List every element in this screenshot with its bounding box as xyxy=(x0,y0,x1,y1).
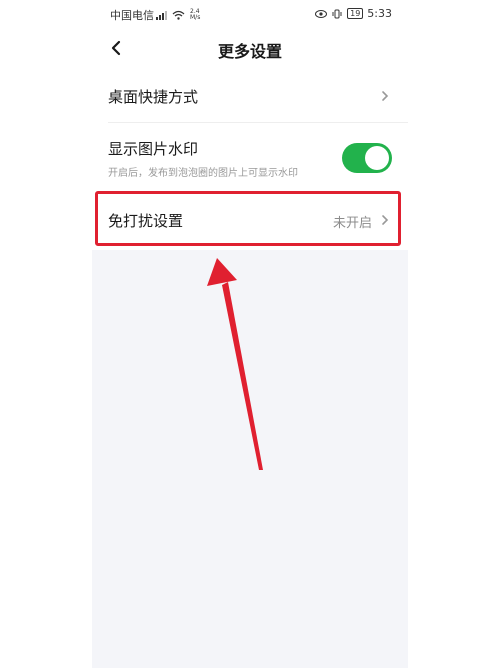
status-bar: 中国电信 2.4 M/s 19 5:33 xyxy=(92,0,408,28)
status-right: 19 5:33 xyxy=(315,7,392,20)
eye-icon xyxy=(315,9,328,18)
phone-screen: 中国电信 2.4 M/s 19 5:33 更多设置 桌面快捷方式 显示图片水印 … xyxy=(92,0,408,668)
watermark-subtitle: 开启后，发布到泡泡圈的图片上可显示水印 xyxy=(108,168,298,179)
clock: 5:33 xyxy=(367,7,392,20)
wifi-icon xyxy=(172,10,185,20)
signal-icon xyxy=(156,11,167,20)
status-left: 中国电信 2.4 M/s xyxy=(110,7,200,23)
net-speed-unit: M/s xyxy=(190,14,201,21)
settings-row-shortcut[interactable]: 桌面快捷方式 xyxy=(92,70,408,122)
nav-bar: 更多设置 xyxy=(92,28,408,68)
settings-row-watermark: 显示图片水印 开启后，发布到泡泡圈的图片上可显示水印 xyxy=(92,123,408,191)
battery-indicator: 19 xyxy=(347,8,364,19)
watermark-title: 显示图片水印 xyxy=(108,140,199,158)
annotation-highlight-box xyxy=(95,191,401,246)
carrier-label: 中国电信 xyxy=(110,9,154,22)
shortcut-title: 桌面快捷方式 xyxy=(108,88,199,106)
toggle-knob xyxy=(365,146,389,170)
vibrate-icon xyxy=(332,9,342,18)
chevron-right-icon xyxy=(382,91,389,101)
watermark-toggle[interactable] xyxy=(342,143,392,173)
page-title: 更多设置 xyxy=(217,42,282,61)
net-speed: 2.4 M/s xyxy=(190,9,200,21)
